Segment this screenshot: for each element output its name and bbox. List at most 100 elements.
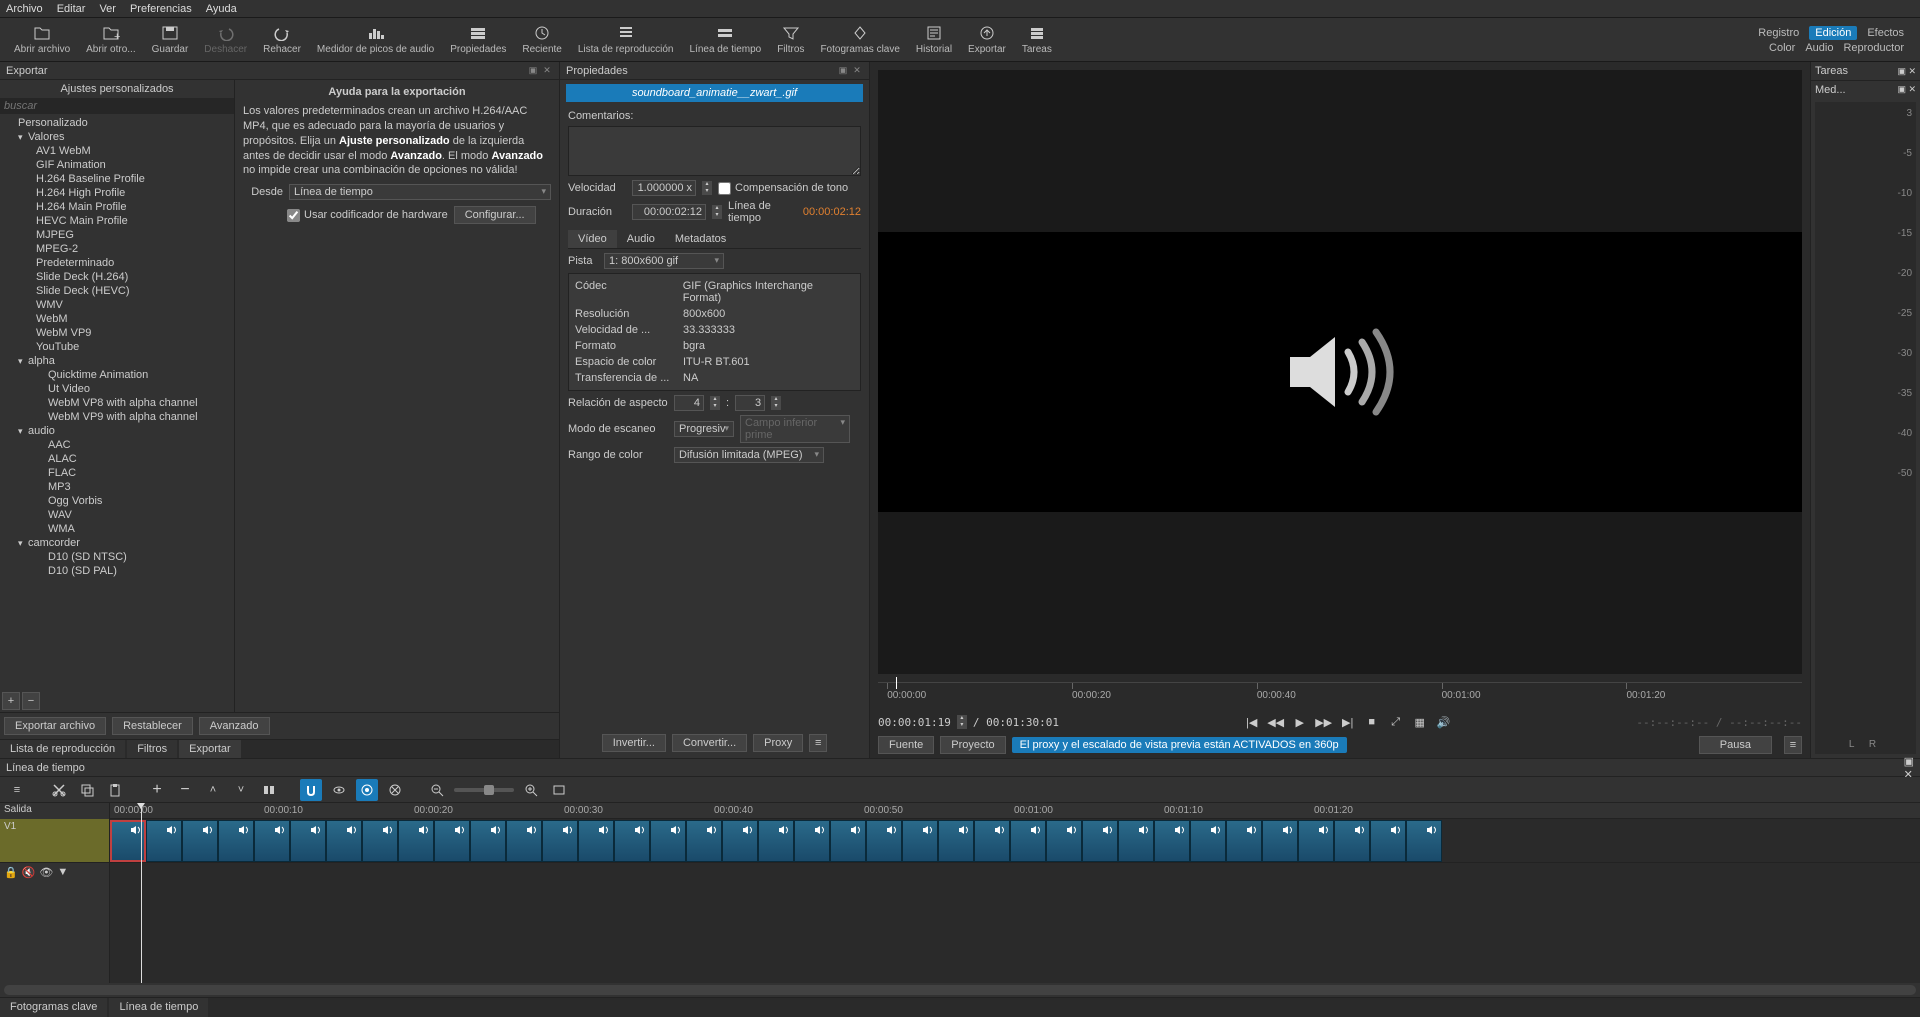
tab-export[interactable]: Exportar	[179, 740, 241, 758]
timeline-clip[interactable]	[1262, 820, 1298, 862]
timeline-clip[interactable]	[974, 820, 1010, 862]
preset-item[interactable]: alpha	[0, 354, 234, 368]
aspect-w-input[interactable]	[674, 395, 704, 411]
timeline-clip[interactable]	[650, 820, 686, 862]
timeline-clip[interactable]	[1334, 820, 1370, 862]
preset-tree[interactable]: PersonalizadoValoresAV1 WebMGIF Animatio…	[0, 114, 234, 690]
tab-audio[interactable]: Audio	[617, 230, 665, 248]
export-file-button[interactable]: Exportar archivo	[4, 717, 106, 735]
toolbar-history-button[interactable]: Historial	[908, 22, 960, 57]
hw-encoder-checkbox[interactable]: Usar codificador de hardware	[287, 209, 448, 222]
preset-item[interactable]: AV1 WebM	[0, 144, 234, 158]
preset-item[interactable]: MPEG-2	[0, 242, 234, 256]
aspect-h-spinner[interactable]: ▴▾	[771, 396, 781, 410]
preset-item[interactable]: WebM VP8 with alpha channel	[0, 396, 234, 410]
menu-ayuda[interactable]: Ayuda	[206, 3, 237, 15]
preset-item[interactable]: Ut Video	[0, 382, 234, 396]
remove-button[interactable]: −	[174, 779, 196, 801]
timeline-playhead[interactable]	[141, 803, 142, 983]
toolbar-filters-button[interactable]: Filtros	[769, 22, 812, 57]
project-tab[interactable]: Proyecto	[940, 736, 1005, 754]
preview-video[interactable]	[878, 232, 1802, 512]
split-button[interactable]	[258, 779, 280, 801]
jobs-tab[interactable]: Tareas▣ ✕	[1811, 62, 1920, 80]
preset-item[interactable]: Ogg Vorbis	[0, 494, 234, 508]
timeline-clip[interactable]	[146, 820, 182, 862]
append-button[interactable]: +	[146, 779, 168, 801]
preset-item[interactable]: H.264 High Profile	[0, 186, 234, 200]
preset-item[interactable]: ALAC	[0, 452, 234, 466]
tl-menu-button[interactable]: ≡	[6, 779, 28, 801]
track-mute-icon[interactable]: 🔇	[22, 866, 36, 879]
colorrange-select[interactable]: Difusión limitada (MPEG)	[674, 447, 824, 463]
timeline-clip[interactable]	[866, 820, 902, 862]
zoom-slider[interactable]	[454, 788, 514, 792]
preset-item[interactable]: Quicktime Animation	[0, 368, 234, 382]
preset-item[interactable]: Slide Deck (H.264)	[0, 270, 234, 284]
timeline-clip[interactable]	[398, 820, 434, 862]
preset-item[interactable]: WebM VP9	[0, 326, 234, 340]
skip-prev-button[interactable]: |◀	[1243, 714, 1261, 730]
duration-spinner[interactable]: ▴▾	[712, 205, 722, 219]
timeline-clip[interactable]	[470, 820, 506, 862]
track-select[interactable]: 1: 800x600 gif	[604, 253, 724, 269]
reverse-button[interactable]: Invertir...	[602, 734, 666, 752]
toolbar-open-button[interactable]: Abrir archivo	[6, 22, 78, 57]
timeline-clip[interactable]	[830, 820, 866, 862]
preset-item[interactable]: H.264 Baseline Profile	[0, 172, 234, 186]
menu-preferencias[interactable]: Preferencias	[130, 3, 192, 15]
ripple-all-button[interactable]	[384, 779, 406, 801]
preset-item[interactable]: audio	[0, 424, 234, 438]
snap-button[interactable]	[300, 779, 322, 801]
panel-float-icon[interactable]: ▣	[837, 65, 849, 77]
current-time[interactable]: 00:00:01:19	[878, 716, 951, 729]
lift-button[interactable]: ˄	[202, 779, 224, 801]
timeline-clip[interactable]	[614, 820, 650, 862]
timeline-clip[interactable]	[218, 820, 254, 862]
scrub-button[interactable]	[328, 779, 350, 801]
scanmode-select[interactable]: Progresiv	[674, 421, 734, 437]
preset-item[interactable]: MJPEG	[0, 228, 234, 242]
timeline-clip[interactable]	[362, 820, 398, 862]
timeline-clip[interactable]	[1370, 820, 1406, 862]
menu-archivo[interactable]: Archivo	[6, 3, 43, 15]
toolbar-export-button[interactable]: Exportar	[960, 22, 1014, 57]
panel-float-icon[interactable]: ▣	[527, 65, 539, 77]
toolbar-undo-button[interactable]: Deshacer	[196, 22, 255, 57]
grid-button[interactable]: ▦	[1411, 714, 1429, 730]
timeline-clip[interactable]	[1046, 820, 1082, 862]
toolbar-open-other-button[interactable]: +Abrir otro...	[78, 22, 143, 57]
preset-item[interactable]: Valores	[0, 130, 234, 144]
tab-filters[interactable]: Filtros	[127, 740, 177, 758]
preset-item[interactable]: AAC	[0, 438, 234, 452]
time-spinner[interactable]: ▴▾	[957, 715, 967, 729]
toolbar-playlist-button[interactable]: Lista de reproducción	[570, 22, 682, 57]
preset-item[interactable]: WAV	[0, 508, 234, 522]
volume-button[interactable]: 🔊	[1435, 714, 1453, 730]
preset-item[interactable]: H.264 Main Profile	[0, 200, 234, 214]
footer-tab-keyframes[interactable]: Fotogramas clave	[0, 998, 107, 1017]
preview-ruler[interactable]: 00:00:0000:00:2000:00:4000:01:0000:01:20	[878, 682, 1802, 712]
toolbar-recent-button[interactable]: Reciente	[514, 22, 569, 57]
track-filter-icon[interactable]: ▼	[57, 866, 68, 878]
timeline-clip[interactable]	[1082, 820, 1118, 862]
mode-registro[interactable]: Registro	[1758, 27, 1799, 39]
timeline-clip[interactable]	[938, 820, 974, 862]
preset-item[interactable]: HEVC Main Profile	[0, 214, 234, 228]
speed-input[interactable]	[632, 180, 696, 196]
preset-item[interactable]: FLAC	[0, 466, 234, 480]
toolbar-props-button[interactable]: Propiedades	[442, 22, 514, 57]
view-reproductor[interactable]: Reproductor	[1843, 42, 1904, 54]
timeline-clip[interactable]	[902, 820, 938, 862]
cut-button[interactable]	[48, 779, 70, 801]
preset-item[interactable]: WMV	[0, 298, 234, 312]
advanced-button[interactable]: Avanzado	[199, 717, 270, 735]
ripple-button[interactable]	[356, 779, 378, 801]
timeline-clip[interactable]	[182, 820, 218, 862]
timeline-clip[interactable]	[290, 820, 326, 862]
menu-ver[interactable]: Ver	[99, 3, 116, 15]
configure-button[interactable]: Configurar...	[454, 206, 536, 224]
play-button[interactable]: ▶	[1291, 714, 1309, 730]
view-audio[interactable]: Audio	[1805, 42, 1833, 54]
pitch-checkbox[interactable]: Compensación de tono	[718, 182, 848, 195]
